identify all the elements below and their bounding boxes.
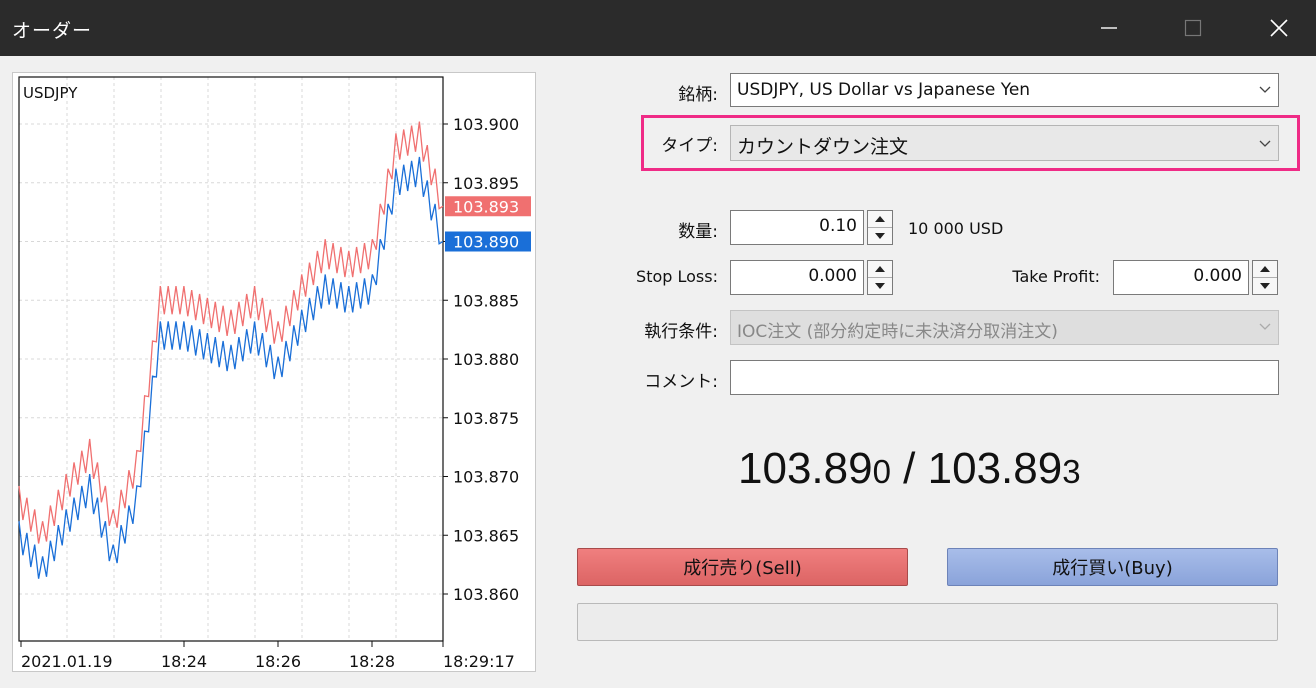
take-profit-value: 0.000 (1193, 266, 1242, 286)
quote-separator: / (890, 444, 928, 493)
stop-loss-label: Stop Loss: (636, 267, 718, 286)
quote-display: 103.890 / 103.893 (738, 444, 1081, 494)
execution-label: 執行条件: (644, 322, 718, 342)
price-tick-label: 103.880 (453, 350, 519, 369)
time-tick-label: 2021.01.19 (21, 652, 113, 671)
volume-stepper[interactable] (867, 210, 893, 245)
chart-symbol: USDJPY (23, 84, 78, 102)
price-tick-label: 103.865 (453, 526, 519, 545)
ask-price-small: 3 (1062, 453, 1081, 490)
stop-loss-value: 0.000 (808, 266, 857, 286)
volume-input[interactable]: 0.10 (730, 210, 864, 245)
status-bar (577, 603, 1278, 641)
volume-unit: 10 000 USD (908, 219, 1004, 238)
window-title: オーダー (12, 20, 93, 42)
chevron-down-icon (1259, 86, 1271, 93)
symbol-label: 銘柄: (678, 85, 718, 105)
ask-price-line (18, 121, 444, 544)
price-tick-label: 103.895 (453, 174, 519, 193)
maximize-button[interactable] (1150, 0, 1236, 56)
symbol-select[interactable]: USDJPY, US Dollar vs Japanese Yen (730, 73, 1279, 107)
arrow-up-icon (875, 215, 885, 222)
time-tick-label: 18:26 (255, 652, 301, 671)
bid-price-marker-label: 103.890 (453, 233, 519, 252)
time-tick-label: 18:29:17 (443, 652, 515, 671)
price-tick-label: 103.900 (453, 115, 519, 134)
title-bar: オーダー (0, 0, 1316, 56)
maximize-icon (1184, 19, 1202, 37)
chart-canvas: 103.900 103.895 103.890 103.885 103.880 103.8… (18, 76, 531, 671)
order-type-value: カウントダウン注文 (737, 136, 909, 158)
bid-price-small: 0 (872, 453, 891, 490)
close-button[interactable] (1236, 0, 1316, 56)
type-label: タイプ: (661, 136, 718, 156)
execution-value: IOC注文 (部分約定時に未決済分取消注文) (737, 322, 1058, 342)
chevron-down-icon (1259, 323, 1271, 330)
volume-down-button[interactable] (868, 228, 892, 245)
stop-loss-input[interactable]: 0.000 (730, 260, 864, 295)
price-tick-label: 103.870 (453, 468, 519, 487)
execution-select[interactable]: IOC注文 (部分約定時に未決済分取消注文) (730, 310, 1279, 345)
price-tick-label: 103.860 (453, 585, 519, 604)
time-tick-label: 18:28 (349, 652, 395, 671)
ask-price-main: 103.89 (927, 444, 1063, 493)
arrow-up-icon (875, 265, 885, 272)
minimize-button[interactable] (1066, 0, 1152, 56)
stop-loss-down-button[interactable] (868, 278, 892, 295)
arrow-down-icon (875, 232, 885, 239)
sell-button[interactable]: 成行売り(Sell) (577, 548, 908, 586)
stop-loss-up-button[interactable] (868, 261, 892, 278)
arrow-up-icon (1260, 265, 1270, 272)
symbol-value: USDJPY, US Dollar vs Japanese Yen (737, 80, 1031, 100)
close-icon (1270, 19, 1288, 37)
price-tick-label: 103.875 (453, 409, 519, 428)
comment-input[interactable] (730, 360, 1279, 395)
ask-price-marker-label: 103.893 (453, 197, 519, 216)
volume-up-button[interactable] (868, 211, 892, 228)
take-profit-stepper[interactable] (1252, 260, 1278, 295)
take-profit-up-button[interactable] (1253, 261, 1277, 278)
take-profit-input[interactable]: 0.000 (1113, 260, 1249, 295)
arrow-down-icon (1260, 282, 1270, 289)
price-tick-label: 103.885 (453, 291, 519, 310)
volume-value: 0.10 (819, 216, 857, 236)
arrow-down-icon (875, 282, 885, 289)
price-chart[interactable]: 103.900 103.895 103.890 103.885 103.880 103.8… (12, 72, 536, 672)
bid-price-main: 103.89 (738, 444, 873, 493)
time-tick-label: 18:24 (161, 652, 207, 671)
minimize-icon (1101, 27, 1117, 29)
comment-label: コメント: (644, 372, 718, 392)
take-profit-down-button[interactable] (1253, 278, 1277, 295)
stop-loss-stepper[interactable] (867, 260, 893, 295)
buy-button[interactable]: 成行買い(Buy) (947, 548, 1278, 586)
volume-label: 数量: (678, 222, 718, 242)
take-profit-label: Take Profit: (1012, 267, 1100, 286)
chevron-down-icon (1259, 140, 1271, 147)
order-type-select[interactable]: カウントダウン注文 (730, 125, 1279, 161)
